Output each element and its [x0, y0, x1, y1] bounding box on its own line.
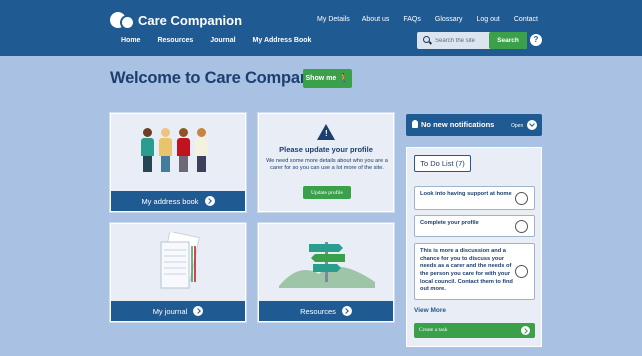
journal-card[interactable]: My journal [110, 223, 246, 322]
create-task-button[interactable]: Create a task [414, 323, 535, 338]
todo-panel: To Do List (7) Look into having support … [406, 147, 542, 347]
resources-card[interactable]: Resources [258, 223, 394, 322]
create-task-label: Create a task [419, 327, 448, 333]
notifications-bar[interactable]: No new notifications Open [406, 114, 542, 136]
help-icon[interactable]: ? [530, 34, 542, 46]
top-navigation: My Details About us FAQs Glossary Log ou… [317, 16, 538, 23]
journal-label: My journal [152, 306, 188, 316]
todo-title[interactable]: To Do List (7) [414, 155, 471, 172]
task-checkbox[interactable] [515, 265, 528, 278]
view-more-link[interactable]: View More [414, 307, 446, 314]
address-book-card[interactable]: My address book [110, 113, 246, 212]
nav-log-out[interactable]: Log out [477, 16, 500, 23]
person-figure [176, 128, 191, 172]
todo-item[interactable]: Complete your profile [414, 215, 535, 237]
logo[interactable]: Care Companion [110, 11, 243, 30]
warning-mark: ! [325, 129, 328, 138]
notebook-icon [160, 232, 200, 289]
nav-contact[interactable]: Contact [514, 16, 538, 23]
show-me-label: Show me [305, 75, 337, 82]
nav-my-address-book[interactable]: My Address Book [253, 37, 312, 44]
person-figure [140, 128, 155, 172]
task-checkbox[interactable] [515, 192, 528, 205]
site-header: Care Companion My Details About us FAQs … [0, 0, 642, 56]
notifications-text: No new notifications [421, 120, 495, 129]
search-input[interactable] [435, 35, 487, 46]
todo-item-text: Complete your profile [420, 220, 479, 226]
plus-icon [521, 326, 530, 335]
nav-resources[interactable]: Resources [157, 37, 193, 44]
page-frame: Care Companion My Details About us FAQs … [0, 0, 642, 356]
nav-my-details[interactable]: My Details [317, 16, 350, 23]
people-illustration [140, 128, 209, 172]
notifications-open-label[interactable]: Open [511, 123, 523, 129]
task-checkbox[interactable] [515, 220, 528, 233]
person-figure [194, 128, 209, 172]
nav-home[interactable]: Home [121, 37, 140, 44]
nav-glossary[interactable]: Glossary [435, 16, 463, 23]
page-title: Welcome to Care Companion [110, 69, 334, 87]
person-figure [158, 128, 173, 172]
logo-icon [110, 11, 135, 30]
update-profile-text: We need some more details about who you … [266, 158, 388, 172]
update-profile-card: ! Please update your profile We need som… [258, 113, 394, 212]
address-book-footer[interactable]: My address book [111, 191, 245, 211]
show-me-button[interactable]: Show me 🚶 [303, 69, 352, 88]
search-button[interactable]: Search [489, 32, 527, 49]
arrow-right-icon [341, 306, 352, 316]
journal-footer[interactable]: My journal [111, 301, 245, 321]
bell-icon [412, 120, 418, 128]
address-book-label: My address book [141, 196, 199, 206]
resources-footer[interactable]: Resources [259, 301, 393, 321]
todo-item[interactable]: Look into having support at home [414, 186, 535, 210]
resources-label: Resources [300, 306, 336, 316]
update-profile-button[interactable]: Update profile [303, 186, 351, 199]
search-icon [423, 36, 430, 43]
signpost-icon [279, 242, 375, 288]
todo-item[interactable]: This is more a discussion and a chance f… [414, 243, 535, 300]
todo-item-text: Look into having support at home [420, 191, 512, 197]
nav-faqs[interactable]: FAQs [403, 16, 421, 23]
logo-text: Care Companion [138, 12, 243, 28]
nav-journal[interactable]: Journal [210, 37, 235, 44]
arrow-right-icon [204, 196, 215, 206]
walking-person-icon: 🚶 [338, 73, 350, 83]
arrow-right-icon [193, 306, 204, 316]
chevron-down-icon[interactable] [527, 120, 537, 130]
todo-item-text: This is more a discussion and a chance f… [420, 248, 513, 293]
nav-about-us[interactable]: About us [362, 16, 390, 23]
update-profile-title: Please update your profile [279, 145, 373, 154]
main-navigation: Home Resources Journal My Address Book [121, 37, 311, 44]
